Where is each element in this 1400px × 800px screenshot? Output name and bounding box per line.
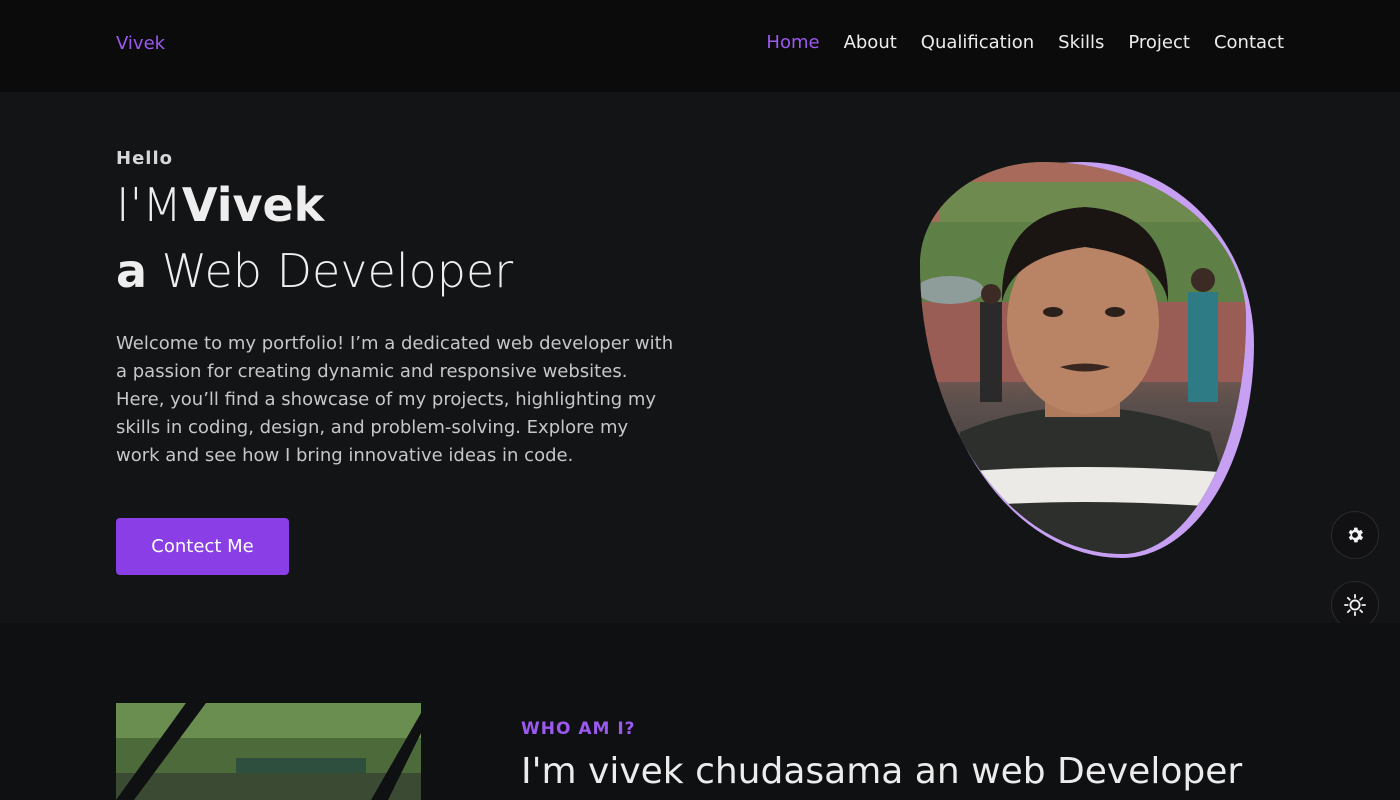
about-title: I'm vivek chudasama an web Developer <box>521 751 1243 792</box>
brand-logo[interactable]: Vivek <box>116 33 165 54</box>
main-nav: Home About Qualification Skills Project … <box>742 32 1284 53</box>
hero-article: a <box>116 244 148 298</box>
hero-name-line: I'MVivek <box>116 178 324 232</box>
contact-me-button[interactable]: Contect Me <box>116 518 289 575</box>
hero-section: Hello I'MVivek a Web Developer Welcome t… <box>0 92 1400 623</box>
about-photo-illustration <box>116 703 421 800</box>
portrait-illustration <box>920 162 1246 554</box>
gear-icon <box>1348 527 1364 543</box>
hero-role: Web Developer <box>161 244 514 298</box>
nav-home[interactable]: Home <box>766 32 819 53</box>
profile-photo <box>920 162 1255 560</box>
hero-im: I'M <box>116 178 182 232</box>
theme-toggle-button[interactable] <box>1331 581 1379 629</box>
hero-role-line: a Web Developer <box>116 244 513 298</box>
navbar: Vivek Home About Qualification Skills Pr… <box>0 0 1400 92</box>
nav-contact[interactable]: Contact <box>1214 32 1284 53</box>
nav-about[interactable]: About <box>844 32 897 53</box>
hero-intro: Welcome to my portfolio! I’m a dedicated… <box>116 333 674 466</box>
sun-icon <box>1344 594 1366 616</box>
about-section: WHO AM I? I'm vivek chudasama an web Dev… <box>0 623 1400 800</box>
settings-button[interactable] <box>1331 511 1379 559</box>
profile-photo-blob <box>920 162 1246 554</box>
nav-skills[interactable]: Skills <box>1058 32 1104 53</box>
hero-name: Vivek <box>181 178 325 232</box>
about-photo <box>116 703 421 800</box>
nav-project[interactable]: Project <box>1128 32 1190 53</box>
nav-qualification[interactable]: Qualification <box>921 32 1034 53</box>
hero-greeting: Hello <box>116 148 173 169</box>
about-eyebrow: WHO AM I? <box>521 719 636 739</box>
